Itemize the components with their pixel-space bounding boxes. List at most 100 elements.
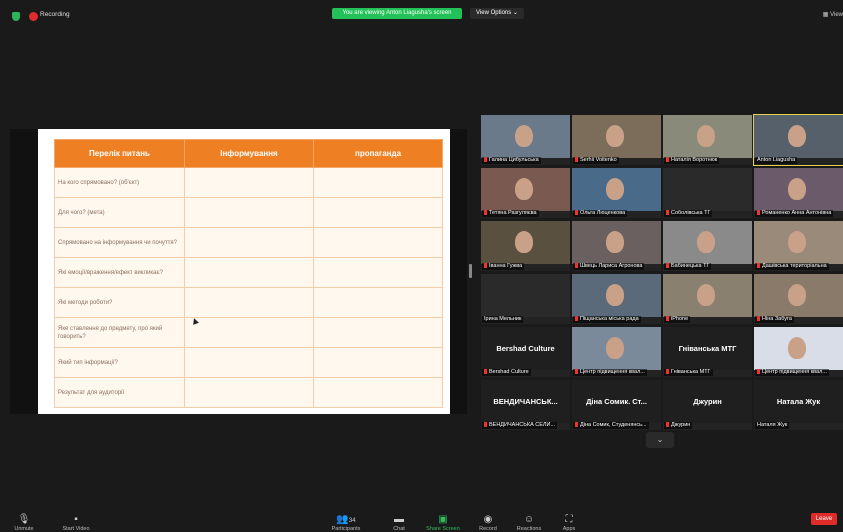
participant-name-label: iPhone xyxy=(664,316,691,323)
participant-face xyxy=(788,337,806,359)
participant-name: Ольга Люценкова xyxy=(580,210,626,216)
participants-button[interactable]: 👥34 Participants xyxy=(326,513,366,532)
microphone-muted-icon: 🎙 xyxy=(17,514,31,525)
participant-name: Наталя Жук xyxy=(757,422,788,428)
participant-face xyxy=(606,178,624,200)
participant-tile[interactable]: Соболівська ТГ xyxy=(663,168,752,218)
participant-face xyxy=(515,231,533,253)
participant-tile[interactable]: Швець Лариса Агронова xyxy=(572,221,661,271)
record-label: Record xyxy=(479,526,497,532)
participant-tile[interactable]: Діна Сомик. Ст... Діна Сомик, Студенянсь.… xyxy=(572,380,661,430)
participant-tile[interactable]: Anton Liagusha xyxy=(753,114,843,166)
empty-answer-cell xyxy=(184,287,314,318)
participant-face xyxy=(788,125,806,147)
start-video-button[interactable]: ▪ Start Video xyxy=(56,513,96,532)
empty-answer-cell xyxy=(184,257,314,288)
participant-name: Anton Liagusha xyxy=(757,157,796,163)
recording-icon xyxy=(29,12,38,21)
participant-name-label: Іванна Гужва xyxy=(482,263,525,270)
gallery-next-page-button[interactable]: ⌄ xyxy=(646,432,674,448)
participant-tile[interactable]: Serhii Voitenko xyxy=(572,115,661,165)
muted-mic-icon xyxy=(575,210,578,215)
participant-name: Джурин xyxy=(671,422,691,428)
empty-answer-cell xyxy=(313,347,443,378)
participant-tile[interactable]: Центр підвищення квал... xyxy=(572,327,661,377)
participant-tile[interactable]: Іванна Гужва xyxy=(481,221,570,271)
reactions-icon: ☺ xyxy=(523,514,535,525)
participant-face xyxy=(606,337,624,359)
participant-name-label: Романенко Анна Антонівна xyxy=(755,210,834,217)
participant-video xyxy=(481,274,570,317)
participant-name-label: Соболівська ТГ xyxy=(664,210,713,217)
question-cell: Які методи роботи? xyxy=(54,287,185,318)
share-screen-label: Share Screen xyxy=(426,526,460,532)
encryption-shield-icon[interactable] xyxy=(12,12,20,21)
participant-name: Іванна Гужва xyxy=(489,263,523,269)
reactions-button[interactable]: ☺ Reactions xyxy=(509,513,549,532)
shared-screen: Перелік питань Інформування пропаганда Н… xyxy=(10,129,467,414)
participant-tile[interactable]: iPhone xyxy=(663,274,752,324)
participant-name: Галина Цибульська xyxy=(489,157,539,163)
record-button[interactable]: ◉ Record xyxy=(468,513,508,532)
muted-mic-icon xyxy=(484,263,487,268)
unmute-button[interactable]: 🎙 Unmute xyxy=(4,513,44,532)
participant-tile[interactable]: Ніна Забуга xyxy=(754,274,843,324)
participant-tile[interactable]: Bershad Culture Bershad Culture xyxy=(481,327,570,377)
participant-name-label: ВЕНДИЧАНСЬКА СЕЛИ... xyxy=(482,422,558,429)
participant-tile[interactable]: Дашівська територіальна xyxy=(754,221,843,271)
leave-button[interactable]: Leave xyxy=(811,513,837,525)
empty-answer-cell xyxy=(313,377,443,408)
participant-name-label: Діна Сомик, Студенянсь... xyxy=(573,422,649,429)
participant-tile[interactable]: Тетяна Разгуляєва xyxy=(481,168,570,218)
empty-answer-cell xyxy=(184,317,314,348)
participant-name-label: Дашівська територіальна xyxy=(755,263,829,270)
participant-tile[interactable]: Ірина Мельник xyxy=(481,274,570,324)
empty-answer-cell xyxy=(184,197,314,228)
participant-name: Піщанська міська рада xyxy=(580,316,639,322)
view-button[interactable]: ▦ View xyxy=(823,11,843,18)
participant-face xyxy=(788,178,806,200)
participant-display-name: Bershad Culture xyxy=(496,344,555,353)
table-row: Яке ставлення до предмету, про який гово… xyxy=(54,317,443,348)
muted-mic-icon xyxy=(757,316,760,321)
apps-button[interactable]: ⛶ Apps xyxy=(549,513,589,532)
empty-answer-cell xyxy=(313,257,443,288)
header-propaganda: пропаганда xyxy=(313,139,443,168)
participant-name: Дашівська територіальна xyxy=(762,263,827,269)
view-options-button[interactable]: View Options ⌄ xyxy=(470,8,524,19)
participant-tile[interactable]: ВЕНДИЧАНСЬК... ВЕНДИЧАНСЬКА СЕЛИ... xyxy=(481,380,570,430)
recording-label[interactable]: Recording xyxy=(40,11,70,18)
participant-tile[interactable]: Гніванська МТГ Гніванська МТГ xyxy=(663,327,752,377)
participant-display-name: Діна Сомик. Ст... xyxy=(586,397,647,406)
participant-tile[interactable]: Романенко Анна Антонівна xyxy=(754,168,843,218)
participant-name: Соболівська ТГ xyxy=(671,210,711,216)
muted-mic-icon xyxy=(575,316,578,321)
empty-answer-cell xyxy=(184,347,314,378)
share-screen-button[interactable]: ▣ Share Screen xyxy=(423,513,463,532)
questions-table: Перелік питань Інформування пропаганда Н… xyxy=(54,139,443,408)
participant-tile[interactable]: Центр підвищення квал... xyxy=(754,327,843,377)
participant-name: Бабинецька ТГ xyxy=(671,263,710,269)
apps-label: Apps xyxy=(562,526,576,532)
slide: Перелік питань Інформування пропаганда Н… xyxy=(38,129,450,414)
participant-tile[interactable]: Ольга Люценкова xyxy=(572,168,661,218)
table-row: На кого спрямовано? (об'єкт) xyxy=(54,167,443,198)
chat-button[interactable]: ▬ Chat xyxy=(379,513,419,532)
participant-tile[interactable]: Джурин Джурин xyxy=(663,380,752,430)
muted-mic-icon xyxy=(757,369,760,374)
participant-tile[interactable]: Наталія Воротнюк xyxy=(663,115,752,165)
participant-name-label: Швець Лариса Агронова xyxy=(573,263,645,270)
participant-tile[interactable]: Натала Жук Наталя Жук xyxy=(754,380,843,430)
empty-answer-cell xyxy=(184,167,314,198)
participant-name-label: Наталя Жук xyxy=(755,422,790,429)
table-row: Спрямовано на інформування чи почуття? xyxy=(54,227,443,258)
muted-mic-icon xyxy=(666,369,669,374)
question-cell: На кого спрямовано? (об'єкт) xyxy=(54,167,185,198)
table-row: Які методи роботи? xyxy=(54,287,443,318)
empty-answer-cell xyxy=(184,227,314,258)
split-handle[interactable] xyxy=(469,264,472,278)
participant-tile[interactable]: Піщанська міська рада xyxy=(572,274,661,324)
participant-tile[interactable]: Бабинецька ТГ xyxy=(663,221,752,271)
participant-tile[interactable]: Галина Цибульська xyxy=(481,115,570,165)
muted-mic-icon xyxy=(575,422,578,427)
